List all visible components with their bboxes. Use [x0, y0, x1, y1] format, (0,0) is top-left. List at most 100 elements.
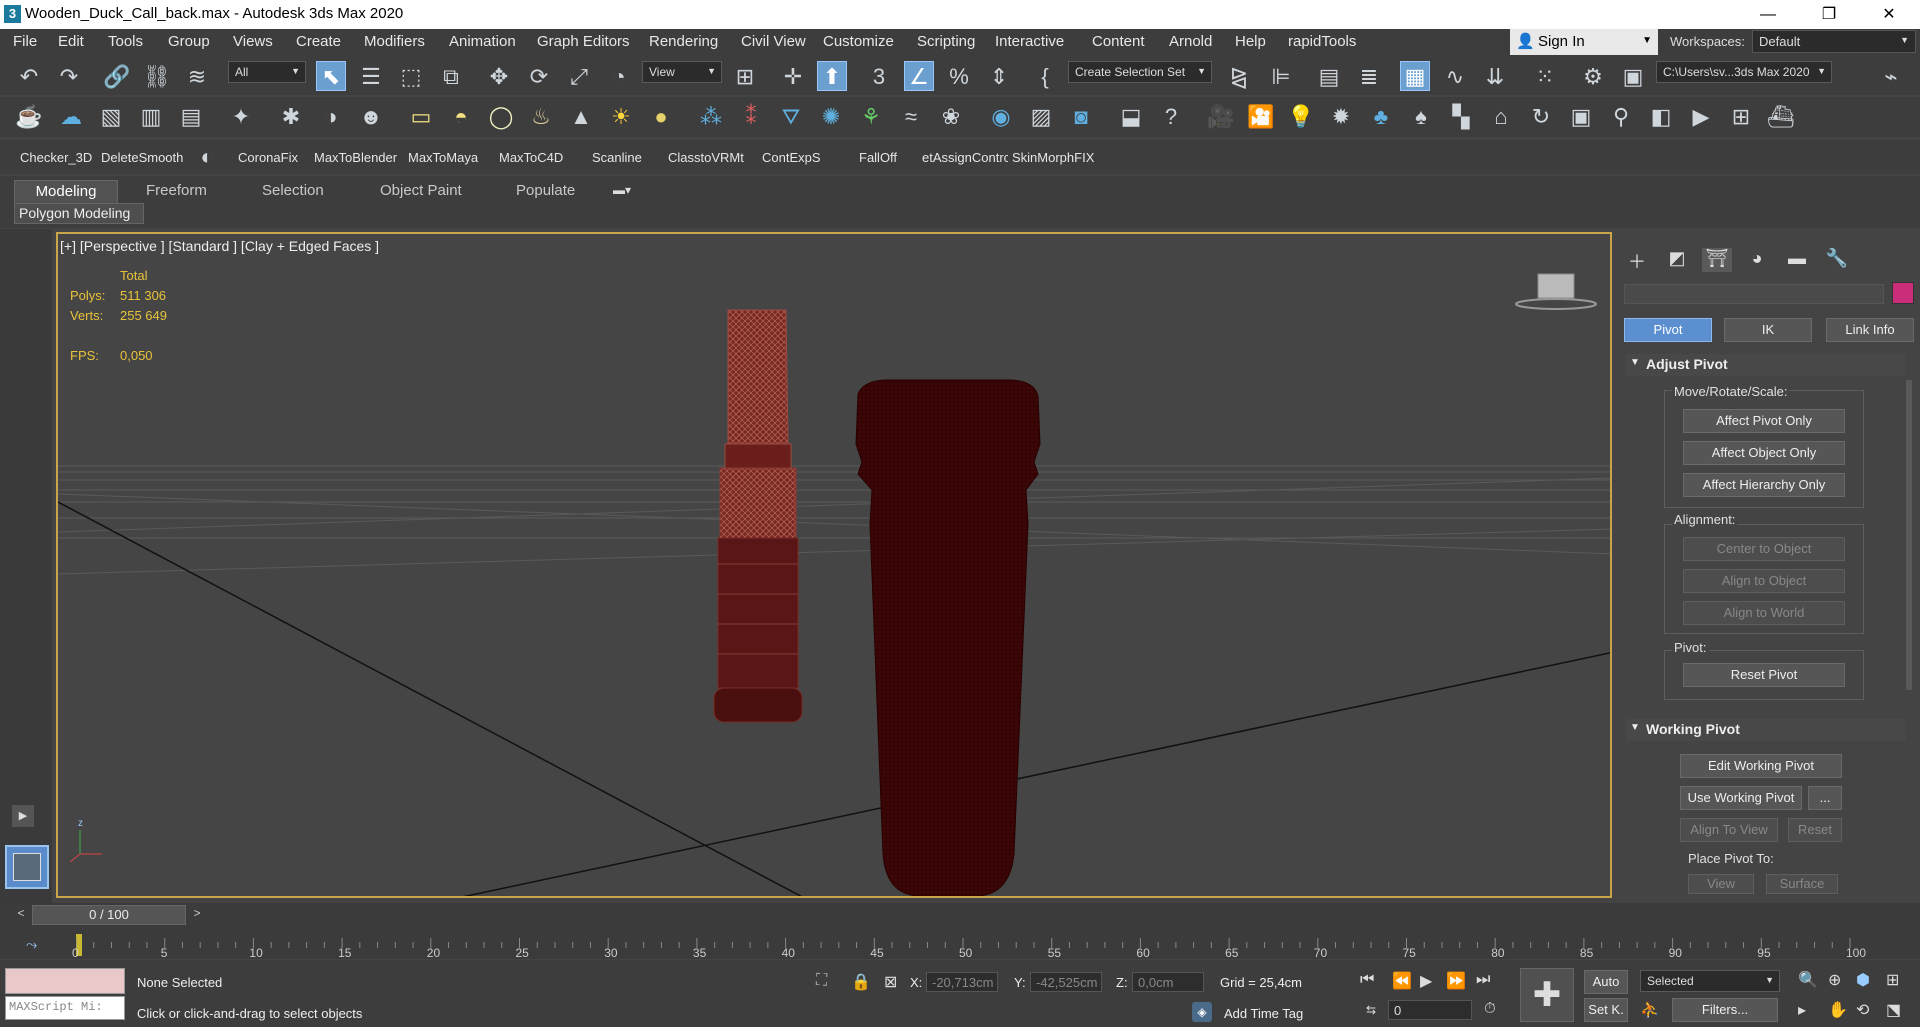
plane-icon[interactable]: ▭ — [406, 102, 436, 132]
sign-in-dropdown[interactable]: 👤 Sign In ▼ — [1510, 29, 1658, 55]
rendered-frame-window-icon[interactable]: ▣ — [1618, 62, 1648, 92]
align-to-object-button[interactable]: Align to Object — [1683, 569, 1845, 593]
align-to-view-button[interactable]: Align To View — [1680, 818, 1778, 842]
time-slider[interactable]: 0 / 100 — [32, 905, 186, 925]
corona-icon[interactable]: ◐ — [192, 142, 222, 172]
tab-selection[interactable]: Selection — [262, 182, 324, 199]
named-selection-sets-dropdown[interactable]: Create Selection Set — [1068, 61, 1212, 83]
tool-a-icon[interactable]: ✱ — [276, 102, 306, 132]
tab-object-paint[interactable]: Object Paint — [380, 182, 462, 199]
list-icon[interactable]: ▤ — [176, 102, 206, 132]
percent-snap-icon[interactable]: % — [944, 62, 974, 92]
affect-hierarchy-only-button[interactable]: Affect Hierarchy Only — [1683, 473, 1845, 497]
plugin-contexps[interactable]: ContExpS — [762, 150, 821, 165]
tab-modeling[interactable]: Modeling — [14, 180, 118, 204]
material-sphere-icon[interactable]: ◉ — [986, 102, 1016, 132]
time-configuration-icon[interactable]: ⏱ — [1484, 1000, 1496, 1017]
menu-edit[interactable]: Edit — [58, 33, 84, 50]
snaps-toggle-icon[interactable]: 3 — [864, 62, 894, 92]
align-icon[interactable]: ⊫ — [1266, 62, 1296, 92]
maximize-viewport-icon[interactable]: ⬔ — [1886, 1000, 1901, 1020]
rotate-icon[interactable]: ⟳ — [524, 62, 554, 92]
menu-help[interactable]: Help — [1235, 33, 1266, 50]
plugin-scanline[interactable]: Scanline — [592, 150, 642, 165]
pivot-center-icon[interactable]: ⊞ — [730, 62, 760, 92]
absolute-mode-icon[interactable]: ⊠ — [884, 972, 897, 992]
workspace-dropdown[interactable]: Default ▼ — [1752, 30, 1916, 53]
add-time-tag[interactable]: Add Time Tag — [1224, 1006, 1303, 1021]
selection-filter-dropdown[interactable]: All — [228, 61, 306, 83]
edit-named-selection-icon[interactable]: { — [1030, 62, 1060, 92]
schematic-view-icon[interactable]: ⇊ — [1480, 62, 1510, 92]
mirror-icon[interactable]: ⧎ — [1224, 62, 1254, 92]
next-frame-icon[interactable]: > — [188, 906, 206, 924]
layout-icon[interactable]: ⊞ — [1726, 102, 1756, 132]
plugin-maxtoblender[interactable]: MaxToBlender — [314, 150, 397, 165]
key-mode-icon[interactable]: ⇆ — [1366, 1003, 1376, 1017]
document-icon[interactable]: ▥ — [136, 102, 166, 132]
camera-icon[interactable]: 🎥 — [1206, 102, 1236, 132]
key-filters-icon[interactable]: ⛹ — [1640, 1000, 1660, 1020]
previous-frame-icon[interactable]: < — [12, 906, 30, 924]
adjust-pivot-rollout[interactable]: ▼ Adjust Pivot — [1626, 354, 1906, 376]
curve-editor-mini-icon[interactable]: ⤳ — [26, 936, 37, 953]
set-key-icon[interactable]: ✚ — [1520, 968, 1574, 1022]
field-of-view-icon[interactable]: ▸ — [1798, 1000, 1806, 1020]
render-setup-icon[interactable]: ⚙ — [1578, 62, 1608, 92]
omni-light-icon[interactable]: ✹ — [1326, 102, 1356, 132]
perspective-viewport[interactable]: z — [56, 232, 1612, 898]
plugin-coronafix[interactable]: CoronaFix — [238, 150, 298, 165]
go-to-end-icon[interactable]: ⏭ — [1476, 971, 1490, 989]
sun-icon[interactable]: ☀ — [606, 102, 636, 132]
menu-file[interactable]: File — [13, 33, 37, 50]
material-editor-icon[interactable]: ⁙ — [1530, 62, 1560, 92]
select-by-name-icon[interactable]: ☰ — [356, 62, 386, 92]
next-key-icon[interactable]: ⏩ — [1446, 971, 1466, 991]
menu-rendering[interactable]: Rendering — [649, 33, 718, 50]
book-icon[interactable]: ▚ — [1446, 102, 1476, 132]
menu-group[interactable]: Group — [168, 33, 210, 50]
tab-populate[interactable]: Populate — [516, 182, 575, 199]
move-icon[interactable]: ✥ — [484, 62, 514, 92]
redo-icon[interactable]: ↷ — [54, 62, 84, 92]
boat-icon[interactable]: ⛴ — [1766, 102, 1796, 132]
utilities-icon[interactable]: 🔧 — [1822, 248, 1852, 272]
place-icon[interactable]: ◔ — [604, 62, 634, 92]
ribbon-options-icon[interactable]: ▬▾ — [613, 183, 643, 201]
lamp-icon[interactable]: ⚲ — [1606, 102, 1636, 132]
bowl-icon[interactable]: ♨ — [526, 102, 556, 132]
restore-icon[interactable]: ❐ — [1806, 0, 1852, 29]
fur-icon[interactable]: ❀ — [936, 102, 966, 132]
menu-customize[interactable]: Customize — [823, 33, 894, 50]
filters-button[interactable]: Filters... — [1672, 998, 1778, 1022]
menu-tools[interactable]: Tools — [108, 33, 143, 50]
menu-content[interactable]: Content — [1092, 33, 1145, 50]
y-coordinate-field[interactable]: -42,525cm — [1030, 972, 1102, 992]
working-pivot-rollout[interactable]: ▼ Working Pivot — [1626, 719, 1906, 741]
frame-icon[interactable]: ▣ — [1566, 102, 1596, 132]
zoom-extents-all-icon[interactable]: ⊞ — [1886, 970, 1899, 990]
refresh-icon[interactable]: ↻ — [1526, 102, 1556, 132]
x-coordinate-field[interactable]: -20,713cm — [926, 972, 998, 992]
z-coordinate-field[interactable]: 0,0cm — [1132, 972, 1204, 992]
time-tag-icon[interactable]: ◈ — [1192, 1002, 1212, 1022]
menu-graph-editors[interactable]: Graph Editors — [537, 33, 630, 50]
spinner-snap-icon[interactable]: ⇕ — [984, 62, 1014, 92]
menu-scripting[interactable]: Scripting — [917, 33, 975, 50]
hair-icon[interactable]: ≈ — [896, 102, 926, 132]
object-color-swatch[interactable] — [1892, 282, 1914, 304]
hierarchy-icon[interactable]: ⛩ — [1702, 248, 1732, 272]
modify-icon[interactable]: ◩ — [1662, 248, 1692, 272]
selection-lock-icon[interactable]: 🔒 — [851, 972, 871, 992]
plugin-falloff[interactable]: FallOff — [859, 150, 897, 165]
isolate-selection-icon[interactable]: ⛶ — [816, 972, 827, 990]
motion-icon[interactable]: ◕ — [1742, 248, 1772, 272]
command-panel-scrollbar[interactable] — [1906, 380, 1912, 690]
hemisphere-icon[interactable]: ◓ — [446, 102, 476, 132]
plugin-classtovrmt[interactable]: ClasstoVRMt — [668, 150, 744, 165]
render-icon[interactable]: ◙ — [1066, 102, 1096, 132]
tree-icon[interactable]: ♠ — [1406, 102, 1436, 132]
object-name-field[interactable] — [1624, 284, 1884, 304]
select-object-icon[interactable]: ⬉ — [316, 61, 346, 91]
select-manipulate-icon[interactable]: ✛ — [778, 62, 808, 92]
